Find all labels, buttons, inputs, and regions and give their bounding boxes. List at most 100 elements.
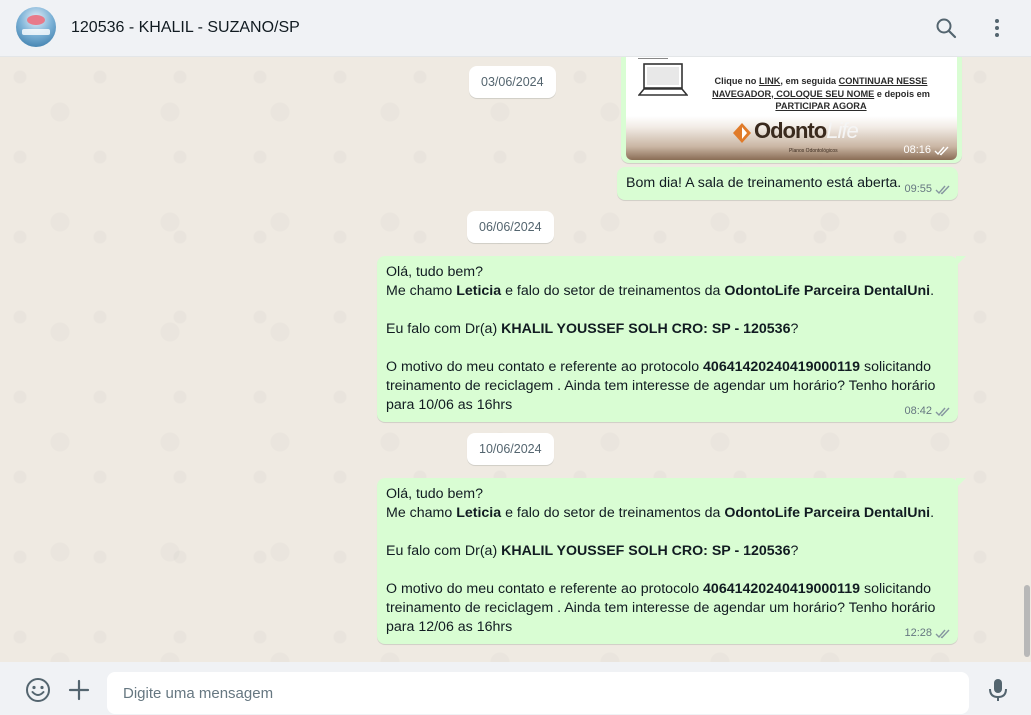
text-segment: Bom dia! A sala de treinamento está aber… [626, 175, 902, 191]
date-separator: 06/06/2024 [467, 211, 554, 243]
message-line: Bom dia! A sala de treinamento está aber… [626, 174, 948, 193]
brand-tagline: Planos Odontológicos [789, 148, 838, 154]
message-line: treinamento de reciclagem . Ainda tem in… [386, 377, 948, 396]
message-time: 09:55 [904, 183, 932, 195]
text-segment: para 12/06 as 16hrs [386, 619, 513, 635]
bold-text: Leticia [456, 283, 502, 299]
message-line: para 10/06 as 16hrs [386, 396, 948, 415]
double-check-icon [934, 146, 949, 155]
text-segment: Eu falo com Dr(a) [386, 321, 502, 337]
message-line: Me chamo Leticia e falo do setor de trei… [386, 282, 948, 301]
message-text: Olá, tudo bem? Me chamo Leticia e falo do… [386, 263, 948, 415]
text-segment: e falo do setor de treinamentos da [501, 283, 725, 299]
message-line: Me chamo Leticia e falo do setor de trei… [386, 504, 948, 523]
plus-icon[interactable] [66, 677, 92, 703]
text-segment: O motivo do meu contato e referente ao p… [386, 359, 704, 375]
instruction-segment: e depois em [874, 88, 930, 99]
odontolife-logo: OdontoLife [754, 118, 859, 144]
bold-text: KHALIL YOUSSEF SOLH CRO: SP - 120536 [501, 321, 791, 337]
message-time: 08:16 [903, 144, 931, 156]
message-line: para 12/06 as 16hrs [386, 618, 948, 637]
message-text: Olá, tudo bem? Me chamo Leticia e falo do… [386, 485, 948, 637]
search-icon[interactable] [934, 16, 958, 40]
brand-odonto-text: Odonto [754, 118, 827, 143]
bold-text: OdontoLife Parceira DentalUni [724, 283, 931, 299]
message-line: O motivo do meu contato e referente ao p… [386, 580, 948, 599]
message-line: Olá, tudo bem? [386, 263, 948, 282]
menu-dots-icon[interactable] [985, 16, 1009, 40]
double-check-icon [935, 629, 950, 638]
message-meta: 08:42 [904, 405, 951, 417]
image-upper-divider [638, 57, 668, 59]
message-line: Olá, tudo bem? [386, 485, 948, 504]
message-line: Eu falo com Dr(a) KHALIL YOUSSEF SOLH CR… [386, 542, 948, 561]
date-separator: 03/06/2024 [469, 66, 556, 98]
text-segment: ? [790, 543, 799, 559]
text-segment: O motivo do meu contato e referente ao p… [386, 581, 704, 597]
image-instruction-text: Clique no LINK, em seguida CONTINUAR NES… [706, 75, 936, 113]
text-segment: para 10/06 as 16hrs [386, 397, 513, 413]
message-meta: 12:28 [904, 627, 951, 639]
contact-name[interactable]: 120536 - KHALIL - SUZANO/SP [71, 19, 300, 37]
text-segment: . [930, 283, 935, 299]
instruction-segment: LINK [758, 76, 781, 86]
message-list[interactable]: Clique no LINK, em seguida CONTINUAR NES… [0, 57, 1031, 662]
text-segment: . [930, 505, 935, 521]
laptop-icon [638, 63, 688, 96]
image-message[interactable]: Clique no LINK, em seguida CONTINUAR NES… [621, 57, 962, 163]
message-time: 08:42 [904, 405, 932, 417]
text-segment: e falo do setor de treinamentos da [501, 505, 725, 521]
bold-text: KHALIL YOUSSEF SOLH CRO: SP - 120536 [501, 543, 791, 559]
chat-header: 120536 - KHALIL - SUZANO/SP [0, 0, 1031, 57]
bold-text: 40641420240419000119 [703, 359, 861, 375]
message-line [386, 339, 948, 358]
image-instruction-line: PARTICIPAR AGORA [706, 100, 936, 113]
text-segment: Olá, tudo bem? [386, 264, 484, 280]
outgoing-message[interactable]: Bom dia! A sala de treinamento está aber… [617, 167, 958, 200]
odontolife-logo-icon [733, 123, 751, 143]
message-line: O motivo do meu contato e referente ao p… [386, 358, 948, 377]
text-segment: Me chamo [386, 505, 457, 521]
instruction-segment: Clique no [714, 76, 759, 86]
text-segment: Me chamo [386, 283, 457, 299]
text-segment: solicitando [860, 581, 932, 597]
contact-avatar[interactable] [16, 7, 56, 47]
instruction-segment: NAVEGADOR, COLOQUE SEU NOME [712, 88, 875, 99]
bold-text: Leticia [456, 505, 502, 521]
instruction-segment: PARTICIPAR AGORA [775, 101, 867, 111]
outgoing-message[interactable]: Olá, tudo bem? Me chamo Leticia e falo do… [377, 478, 966, 644]
double-check-icon [935, 185, 950, 194]
text-segment: Olá, tudo bem? [386, 486, 484, 502]
image-instruction-line: Clique no LINK, em seguida CONTINUAR NES… [706, 75, 936, 88]
text-segment: treinamento de reciclagem . Ainda tem in… [386, 600, 936, 616]
message-text: Bom dia! A sala de treinamento está aber… [626, 174, 948, 193]
emoji-icon[interactable] [25, 677, 51, 703]
composer-bar [0, 662, 1031, 715]
outgoing-message[interactable]: Olá, tudo bem? Me chamo Leticia e falo do… [377, 256, 966, 422]
message-line [386, 561, 948, 580]
chat-scrollbar[interactable] [1024, 585, 1030, 657]
bubble-tail [956, 256, 966, 266]
message-meta: 08:16 [903, 144, 950, 156]
mic-icon[interactable] [985, 677, 1011, 703]
message-image[interactable]: Clique no LINK, em seguida CONTINUAR NES… [626, 57, 957, 160]
text-segment: solicitando [860, 359, 932, 375]
instruction-segment: , em seguida [780, 76, 839, 86]
text-segment: Eu falo com Dr(a) [386, 543, 502, 559]
bubble-tail [956, 478, 966, 488]
avatar-banner [22, 29, 50, 35]
message-line: Eu falo com Dr(a) KHALIL YOUSSEF SOLH CR… [386, 320, 948, 339]
text-segment: treinamento de reciclagem . Ainda tem in… [386, 378, 936, 394]
bold-text: OdontoLife Parceira DentalUni [724, 505, 931, 521]
message-input[interactable] [107, 672, 969, 714]
message-line: treinamento de reciclagem . Ainda tem in… [386, 599, 948, 618]
message-time: 12:28 [904, 627, 932, 639]
double-check-icon [935, 407, 950, 416]
message-line [386, 523, 948, 542]
avatar-graphic [27, 15, 45, 25]
bold-text: 40641420240419000119 [703, 581, 861, 597]
text-segment: ? [790, 321, 799, 337]
image-instruction-line: NAVEGADOR, COLOQUE SEU NOME e depois em [706, 88, 936, 101]
message-meta: 09:55 [904, 183, 951, 195]
date-separator: 10/06/2024 [467, 433, 554, 465]
